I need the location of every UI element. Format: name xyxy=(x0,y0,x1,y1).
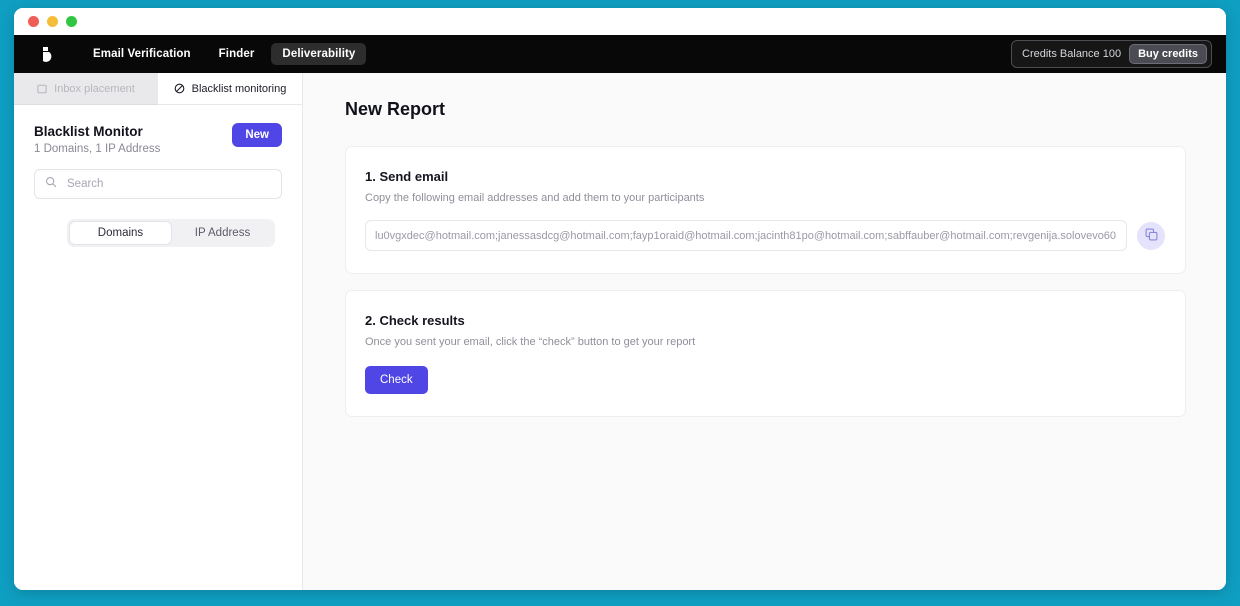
page-title: New Report xyxy=(345,99,446,119)
nav-item-deliverability[interactable]: Deliverability xyxy=(271,43,367,65)
window-minimize-button[interactable] xyxy=(47,16,58,27)
check-results-card: 2. Check results Once you sent your emai… xyxy=(345,290,1186,417)
step-2-description: Once you sent your email, click the “che… xyxy=(365,336,696,348)
step-1-description: Copy the following email addresses and a… xyxy=(365,192,705,204)
window-close-button[interactable] xyxy=(28,16,39,27)
email-addresses-field[interactable]: lu0vgxdec@hotmail.com;janessasdcg@hotmai… xyxy=(365,220,1127,251)
email-addresses-value: lu0vgxdec@hotmail.com;janessasdcg@hotmai… xyxy=(375,229,1117,242)
window-titlebar xyxy=(14,8,1226,35)
sidebar: Inbox placement Blacklist monitoring Bla… xyxy=(14,73,303,590)
subtab-inbox-placement-label: Inbox placement xyxy=(54,82,135,95)
subtab-blacklist-monitoring[interactable]: Blacklist monitoring xyxy=(158,73,302,105)
sidebar-search-wrapper[interactable] xyxy=(34,168,282,199)
email-addresses-row: lu0vgxdec@hotmail.com;janessasdcg@hotmai… xyxy=(365,220,1165,251)
copy-emails-button[interactable] xyxy=(1137,221,1165,250)
step-1-title: 1. Send email xyxy=(365,169,449,184)
window-maximize-button[interactable] xyxy=(66,16,77,27)
sidebar-header-text: Blacklist Monitor 1 Domains, 1 IP Addres… xyxy=(34,123,232,155)
sidebar-header: Blacklist Monitor 1 Domains, 1 IP Addres… xyxy=(14,105,302,155)
nav-right-section: Credits Balance 100 Buy credits xyxy=(1011,40,1212,68)
check-button[interactable]: Check xyxy=(365,366,428,394)
app-window: Email Verification Finder Deliverability… xyxy=(14,8,1226,590)
inbox-icon xyxy=(37,84,47,94)
sidebar-segmented-control: Domains IP Address xyxy=(67,218,275,247)
search-icon xyxy=(45,175,57,193)
sidebar-subtabs: Inbox placement Blacklist monitoring xyxy=(14,73,302,105)
no-entry-icon xyxy=(174,83,185,94)
credits-pill: Credits Balance 100 Buy credits xyxy=(1011,40,1212,68)
new-monitor-button[interactable]: New xyxy=(232,123,282,147)
top-navigation-bar: Email Verification Finder Deliverability… xyxy=(14,35,1226,73)
credits-balance-label: Credits Balance 100 xyxy=(1022,48,1122,60)
sidebar-title: Blacklist Monitor xyxy=(34,124,143,139)
nav-item-email-verification[interactable]: Email Verification xyxy=(82,43,202,65)
send-email-card: 1. Send email Copy the following email a… xyxy=(345,146,1186,274)
main-content: New Report 1. Send email Copy the follow… xyxy=(303,73,1226,590)
brand-logo-icon[interactable] xyxy=(36,43,58,65)
copy-icon xyxy=(1145,228,1158,244)
segment-ip-address[interactable]: IP Address xyxy=(172,221,273,245)
subtab-inbox-placement[interactable]: Inbox placement xyxy=(14,73,158,105)
sidebar-subtitle: 1 Domains, 1 IP Address xyxy=(34,142,161,155)
search-input[interactable] xyxy=(65,176,271,191)
buy-credits-button[interactable]: Buy credits xyxy=(1129,44,1207,64)
step-2-title: 2. Check results xyxy=(365,313,465,328)
nav-item-finder[interactable]: Finder xyxy=(208,43,266,65)
main-nav-items: Email Verification Finder Deliverability xyxy=(82,43,367,65)
subtab-blacklist-monitoring-label: Blacklist monitoring xyxy=(191,82,287,95)
segment-domains[interactable]: Domains xyxy=(69,220,172,245)
app-body: Inbox placement Blacklist monitoring Bla… xyxy=(14,73,1226,590)
